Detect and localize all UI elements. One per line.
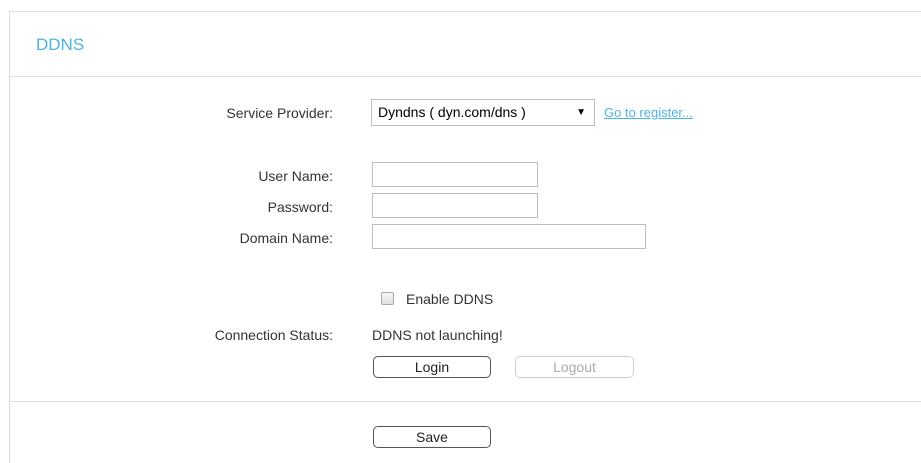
service-provider-select[interactable]: Dyndns ( dyn.com/dns ) ▼ — [371, 99, 595, 126]
connection-status-label: Connection Status: — [214, 327, 333, 343]
password-label: Password: — [267, 199, 333, 215]
footer-divider — [10, 401, 921, 402]
domain-name-input[interactable] — [372, 224, 646, 249]
connection-status-value: DDNS not launching! — [372, 327, 503, 343]
go-to-register-link[interactable]: Go to register... — [604, 105, 693, 120]
save-button[interactable]: Save — [373, 426, 491, 448]
service-provider-value: Dyndns ( dyn.com/dns ) — [378, 104, 526, 120]
triangle-down-icon: ▼ — [576, 107, 586, 118]
page-title: DDNS — [36, 35, 85, 54]
enable-ddns-label: Enable DDNS — [406, 291, 494, 307]
password-input[interactable] — [372, 193, 538, 218]
domain-name-label: Domain Name: — [239, 230, 333, 246]
login-button[interactable]: Login — [373, 356, 491, 378]
username-label: User Name: — [258, 168, 333, 184]
logout-button[interactable]: Logout — [515, 356, 634, 378]
header-divider — [10, 76, 921, 77]
service-provider-label: Service Provider: — [226, 105, 333, 121]
enable-ddns-checkbox[interactable] — [381, 292, 394, 305]
username-input[interactable] — [372, 162, 538, 187]
